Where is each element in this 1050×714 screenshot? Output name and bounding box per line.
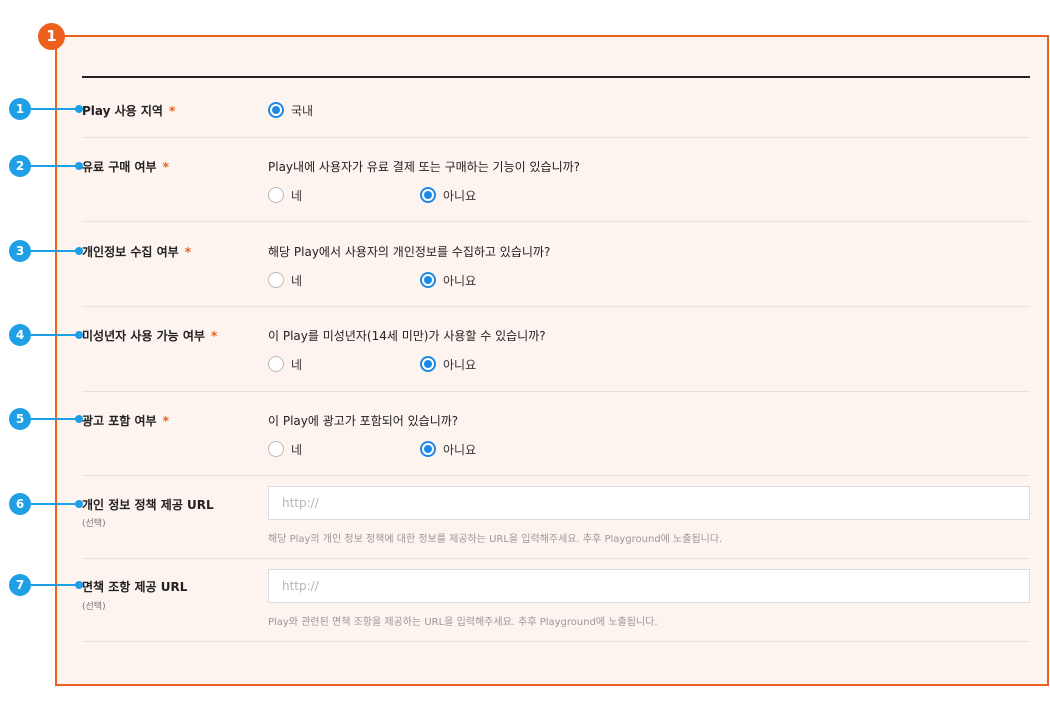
disclaimer-url-input[interactable]: [268, 569, 1030, 603]
row-separator: [82, 306, 1030, 307]
privacy-url-label: 개인 정보 정책 제공 URL: [82, 498, 214, 512]
paid-label: 유료 구매 여부 *: [82, 158, 169, 175]
minor-label-text: 미성년자 사용 가능 여부: [82, 329, 205, 343]
callout-line: [31, 108, 78, 110]
callout-number: 3: [9, 240, 31, 262]
paid-question: Play내에 사용자가 유료 결제 또는 구매하는 기능이 있습니까?: [268, 160, 581, 174]
callout-dot: [75, 415, 83, 423]
callout-5: 5: [9, 408, 89, 430]
row-separator: [82, 641, 1030, 642]
callout-dot: [75, 162, 83, 170]
ads-question: 이 Play에 광고가 포함되어 있습니까?: [268, 414, 459, 428]
callout-4: 4: [9, 324, 89, 346]
radio-circle: [268, 187, 284, 203]
optional-label: (선택): [82, 519, 106, 529]
paid-radio-no[interactable]: 아니요: [420, 186, 476, 204]
callout-line: [31, 418, 78, 420]
callout-line: [31, 503, 78, 505]
privacy-url-helper: 해당 Play의 개인 정보 정책에 대한 정보를 제공하는 URL을 입력해주…: [268, 534, 723, 545]
callout-number: 5: [9, 408, 31, 430]
radio-circle: [268, 441, 284, 457]
callout-number: 2: [9, 155, 31, 177]
required-mark: *: [162, 160, 169, 174]
radio-label: 네: [291, 188, 303, 203]
required-mark: *: [168, 104, 176, 118]
ads-label-text: 광고 포함 여부: [82, 414, 157, 428]
disclaimer-url-label: 면책 조항 제공 URL: [82, 580, 188, 594]
disclaimer-url-helper: Play와 관련된 면책 조항을 제공하는 URL을 입력해주세요. 추후 Pl…: [268, 617, 658, 628]
radio-circle: [268, 102, 284, 118]
paid-label-text: 유료 구매 여부: [82, 160, 157, 174]
minor-radio-no[interactable]: 아니요: [420, 355, 476, 373]
callout-6: 6: [9, 493, 89, 515]
privacy-question: 해당 Play에서 사용자의 개인정보를 수집하고 있습니까?: [268, 245, 551, 259]
minor-label: 미성년자 사용 가능 여부 *: [82, 327, 217, 344]
callout-dot: [75, 500, 83, 508]
callout-dot: [75, 105, 83, 113]
callout-line: [31, 165, 78, 167]
region-label: Play 사용 지역 *: [82, 102, 175, 119]
optional-label: (선택): [82, 602, 106, 612]
callout-dot: [75, 331, 83, 339]
callout-3: 3: [9, 240, 89, 262]
row-separator: [82, 221, 1030, 222]
callout-number: 6: [9, 493, 31, 515]
minor-radio-yes[interactable]: 네: [268, 355, 302, 373]
required-mark: *: [210, 329, 218, 343]
callout-number: 1: [9, 98, 31, 120]
ads-radio-no[interactable]: 아니요: [420, 440, 476, 458]
callout-1: 1: [9, 98, 89, 120]
radio-label: 네: [291, 442, 303, 457]
row-separator: [82, 475, 1030, 476]
privacy-radio-yes[interactable]: 네: [268, 271, 302, 289]
callout-7: 7: [9, 574, 89, 596]
region-radio-domestic[interactable]: 국내: [268, 101, 313, 119]
callout-number: 7: [9, 574, 31, 596]
radio-label: 아니요: [443, 188, 477, 203]
radio-circle: [420, 441, 436, 457]
region-label-text: Play 사용 지역: [82, 104, 163, 118]
radio-label: 아니요: [443, 442, 477, 457]
radio-circle: [268, 356, 284, 372]
form-top-rule: [82, 76, 1030, 78]
ads-radio-yes[interactable]: 네: [268, 440, 302, 458]
privacy-label: 개인정보 수집 여부 *: [82, 243, 191, 260]
callout-line: [31, 250, 78, 252]
callout-dot: [75, 247, 83, 255]
privacy-label-text: 개인정보 수집 여부: [82, 245, 179, 259]
row-separator: [82, 558, 1030, 559]
radio-label: 국내: [291, 103, 314, 118]
required-mark: *: [184, 245, 191, 259]
radio-label: 네: [291, 273, 303, 288]
privacy-url-input[interactable]: [268, 486, 1030, 520]
paid-radio-yes[interactable]: 네: [268, 186, 302, 204]
callout-dot: [75, 581, 83, 589]
callout-line: [31, 334, 78, 336]
callout-number: 4: [9, 324, 31, 346]
row-separator: [82, 391, 1030, 392]
radio-circle: [420, 187, 436, 203]
radio-circle: [420, 356, 436, 372]
privacy-radio-no[interactable]: 아니요: [420, 271, 476, 289]
frame-badge: 1: [38, 23, 65, 50]
radio-label: 아니요: [443, 357, 477, 372]
minor-question: 이 Play를 미성년자(14세 미만)가 사용할 수 있습니까?: [268, 329, 546, 343]
callout-2: 2: [9, 155, 89, 177]
radio-label: 네: [291, 357, 303, 372]
required-mark: *: [162, 414, 169, 428]
radio-label: 아니요: [443, 273, 477, 288]
row-separator: [82, 137, 1030, 138]
radio-circle: [420, 272, 436, 288]
callout-line: [31, 584, 78, 586]
radio-circle: [268, 272, 284, 288]
ads-label: 광고 포함 여부 *: [82, 412, 169, 429]
